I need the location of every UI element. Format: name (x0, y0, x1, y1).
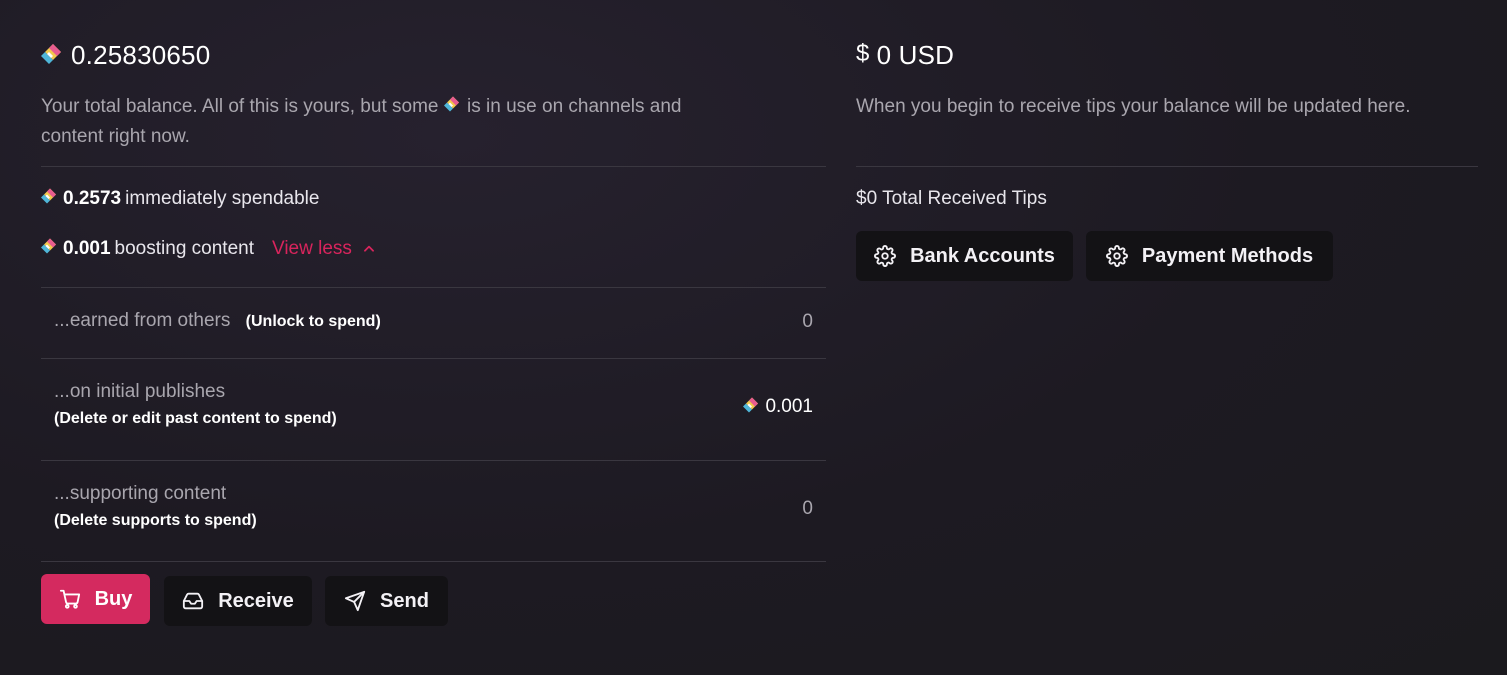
receive-button-label: Receive (218, 589, 294, 612)
breakdown-value: 0 (802, 311, 813, 332)
breakdown-hint: (Delete supports to spend) (54, 512, 257, 529)
breakdown-label-text: ...supporting content (54, 483, 227, 504)
breakdown-row-supporting: ...supporting content (Delete supports t… (41, 460, 826, 561)
breakdown-hint: (Unlock to spend) (245, 313, 381, 330)
breakdown-row-earned: ...earned from others (Unlock to spend) … (41, 287, 826, 358)
inbox-icon (183, 592, 204, 610)
send-icon (344, 590, 366, 612)
breakdown-value-amount: 0.001 (765, 396, 813, 417)
receive-button[interactable]: Receive (164, 576, 312, 626)
breakdown-hint: (Delete or edit past content to spend) (54, 410, 337, 427)
lbc-credits-icon (41, 238, 56, 254)
wallet-balance-page: 0.25830650 Your total balance. All of th… (0, 0, 1507, 675)
payment-methods-button-label: Payment Methods (1141, 244, 1314, 267)
divider (856, 166, 1478, 167)
shopping-cart-icon (59, 589, 80, 609)
bank-accounts-button-label: Bank Accounts (910, 244, 1055, 267)
spendable-amount: 0.2573 (63, 188, 122, 209)
breakdown-row-publishes: ...on initial publishes (Delete or edit … (41, 358, 826, 460)
tips-description: When you begin to receive tips your bala… (856, 96, 1411, 117)
divider (41, 166, 826, 167)
balance-description-text-1: Your total balance. All of this is yours… (41, 96, 439, 117)
tips-balance: $ 0 USD (856, 40, 954, 71)
total-received-tips: $0 Total Received Tips (856, 188, 1047, 210)
total-balance: 0.25830650 (41, 40, 210, 71)
breakdown-value: 0.001 (743, 396, 813, 418)
payment-methods-button[interactable]: Payment Methods (1086, 231, 1333, 281)
boosting-line: 0.001 boosting content View less (41, 238, 376, 260)
balance-description-text-3: content right now. (41, 126, 190, 147)
lbc-credits-icon (743, 397, 759, 413)
send-button-label: Send (380, 589, 429, 612)
buy-button[interactable]: Buy (41, 574, 150, 624)
boosting-amount: 0.001 (63, 238, 111, 259)
chevron-up-icon (363, 245, 374, 252)
dollar-sign-icon: $ (856, 40, 870, 67)
view-less-label: View less (272, 238, 352, 259)
lbc-credits-icon (41, 43, 61, 64)
breakdown-row-label: ...earned from others (Unlock to spend) (54, 310, 381, 332)
breakdown-label-text: ...on initial publishes (54, 381, 226, 402)
gear-icon (874, 245, 897, 267)
buy-button-label: Buy (94, 587, 133, 610)
spendable-label: immediately spendable (125, 188, 320, 209)
boosting-label: boosting content (114, 238, 254, 259)
bank-accounts-button[interactable]: Bank Accounts (856, 231, 1073, 281)
lbc-credits-icon (41, 188, 56, 204)
balance-description-text-2: is in use on channels and (467, 96, 682, 117)
breakdown-row-label: ...supporting content (Delete supports t… (54, 483, 257, 530)
balance-breakdown-table: ...earned from others (Unlock to spend) … (41, 287, 826, 562)
balance-description: Your total balance. All of this is yours… (41, 92, 681, 152)
breakdown-label-text: ...earned from others (54, 310, 231, 331)
divider (41, 561, 826, 562)
spendable-line: 0.2573 immediately spendable (41, 188, 319, 210)
tips-balance-amount: 0 USD (876, 40, 955, 70)
total-received-tips-text: $0 Total Received Tips (856, 188, 1047, 209)
lbc-credits-icon (443, 96, 459, 112)
breakdown-row-label: ...on initial publishes (Delete or edit … (54, 381, 337, 428)
total-balance-amount: 0.25830650 (71, 40, 211, 70)
view-less-link[interactable]: View less (272, 238, 376, 260)
breakdown-value: 0 (802, 498, 813, 519)
send-button[interactable]: Send (325, 576, 448, 626)
gear-icon (1105, 245, 1128, 267)
